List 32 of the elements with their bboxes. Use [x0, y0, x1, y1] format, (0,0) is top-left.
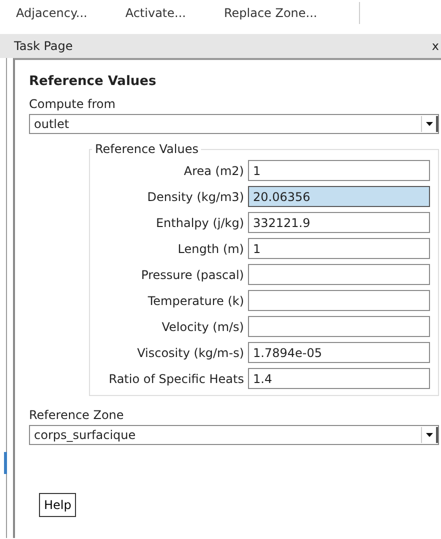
field-label: Pressure (pascal)	[140, 268, 244, 282]
field-label: Temperature (k)	[146, 294, 244, 308]
field-label: Ratio of Specific Heats	[108, 372, 244, 386]
field-label: Reference Zone	[29, 408, 125, 422]
input-field[interactable]	[248, 264, 430, 285]
input-field[interactable]	[248, 290, 430, 311]
input-field[interactable]: 1.7894e-05	[248, 342, 430, 363]
toolbar-button[interactable]: Adjacency...	[16, 6, 88, 20]
close-button[interactable]: x	[432, 39, 439, 53]
input-field[interactable]: 1	[248, 160, 430, 181]
group-title: Reference Values	[94, 142, 200, 156]
caret-icon	[421, 116, 438, 132]
input-field[interactable]: 1	[248, 238, 430, 259]
toolbar-button[interactable]: Replace Zone...	[224, 6, 318, 20]
field-label: Length (m)	[176, 242, 244, 256]
field-label: Velocity (m/s)	[160, 320, 244, 334]
field-label: Area (m2)	[182, 164, 244, 178]
section-title: Reference Values	[29, 74, 158, 89]
field-label: Density (kg/m3)	[146, 190, 244, 204]
caret-icon	[421, 427, 438, 443]
input-field[interactable]: 332121.9	[248, 212, 430, 233]
panel-title: Task Page	[14, 39, 73, 53]
dropdown[interactable]: corps_surfacique	[29, 425, 439, 445]
help-button[interactable]: Help	[39, 493, 76, 517]
input-field[interactable]	[248, 316, 430, 337]
toolbar-button[interactable]: Activate...	[125, 6, 186, 20]
field-label: Enthalpy (j/kg)	[154, 216, 244, 230]
field-label: Compute from	[29, 97, 116, 111]
field-label: Viscosity (kg/m-s)	[136, 346, 244, 360]
input-field[interactable]: 20.06356	[248, 186, 430, 207]
dropdown[interactable]: outlet	[29, 114, 439, 134]
input-field[interactable]: 1.4	[248, 368, 430, 389]
